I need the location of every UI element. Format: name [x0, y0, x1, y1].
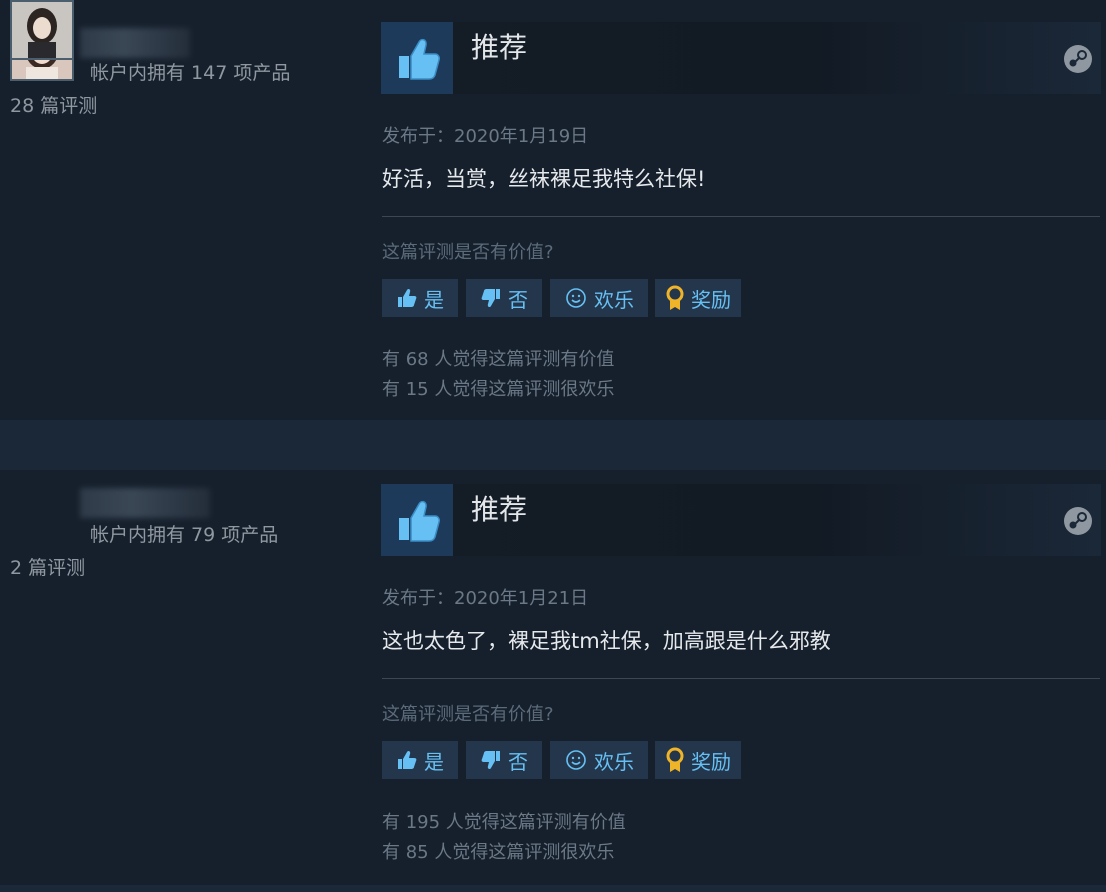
username-blurred [80, 28, 190, 58]
award-button[interactable]: 奖励 [655, 741, 741, 779]
award-ribbon-icon [666, 747, 684, 772]
award-label: 奖励 [691, 287, 731, 312]
divider [382, 678, 1100, 679]
recommend-label: 推荐 [471, 493, 528, 526]
vote-yes-label: 是 [424, 287, 444, 312]
award-button[interactable]: 奖励 [655, 279, 741, 317]
vote-funny-label: 欢乐 [594, 749, 634, 774]
helpful-question: 这篇评测是否有价值? [382, 704, 554, 725]
vote-no-label: 否 [508, 287, 528, 312]
vote-no-label: 否 [508, 749, 528, 774]
smiley-icon [566, 288, 586, 308]
funny-count: 有 15 人觉得这篇评测很欢乐 [382, 379, 615, 400]
bottom-edge [0, 885, 1106, 892]
products-owned[interactable]: 帐户内拥有 147 项产品 [90, 58, 290, 85]
thumbs-up-icon [398, 288, 417, 307]
smiley-icon [566, 750, 586, 770]
vote-yes-button[interactable]: 是 [382, 279, 458, 317]
avatar[interactable] [10, 0, 74, 60]
review-separator [0, 420, 1106, 470]
steam-logo-icon [1064, 45, 1092, 73]
vote-yes-label: 是 [424, 749, 444, 774]
products-owned[interactable]: 帐户内拥有 79 项产品 [90, 520, 278, 547]
thumbs-up-icon [398, 750, 417, 769]
award-ribbon-icon [666, 285, 684, 310]
recommendation-header: 推荐 [381, 22, 1101, 94]
helpful-count: 有 195 人觉得这篇评测有价值 [382, 812, 626, 833]
thumbs-down-icon [481, 751, 500, 770]
review-text: 这也太色了，裸足我tm社保，加高跟是什么邪教 [382, 629, 831, 653]
helpful-question: 这篇评测是否有价值? [382, 242, 554, 263]
vote-no-button[interactable]: 否 [466, 279, 542, 317]
recommendation-header: 推荐 [381, 484, 1101, 556]
review-text: 好活，当赏，丝袜裸足我特么社保! [382, 167, 706, 191]
steam-logo-icon [1064, 507, 1092, 535]
username-blurred [80, 488, 210, 518]
funny-count: 有 85 人觉得这篇评测很欢乐 [382, 842, 615, 863]
thumbs-up-icon [381, 22, 453, 94]
thumbs-up-icon [381, 484, 453, 556]
vote-funny-button[interactable]: 欢乐 [550, 279, 648, 317]
thumbs-down-icon [481, 289, 500, 308]
reviews-count[interactable]: 2 篇评测 [10, 553, 85, 580]
vote-funny-label: 欢乐 [594, 287, 634, 312]
vote-no-button[interactable]: 否 [466, 741, 542, 779]
vote-yes-button[interactable]: 是 [382, 741, 458, 779]
recommend-label: 推荐 [471, 31, 528, 64]
posted-date: 发布于：2020年1月19日 [382, 126, 589, 147]
posted-date: 发布于：2020年1月21日 [382, 588, 589, 609]
vote-funny-button[interactable]: 欢乐 [550, 741, 648, 779]
avatar-image [12, 2, 72, 58]
reviews-count[interactable]: 28 篇评测 [10, 91, 97, 118]
divider [382, 216, 1100, 217]
award-label: 奖励 [691, 749, 731, 774]
helpful-count: 有 68 人觉得这篇评测有价值 [382, 349, 615, 370]
